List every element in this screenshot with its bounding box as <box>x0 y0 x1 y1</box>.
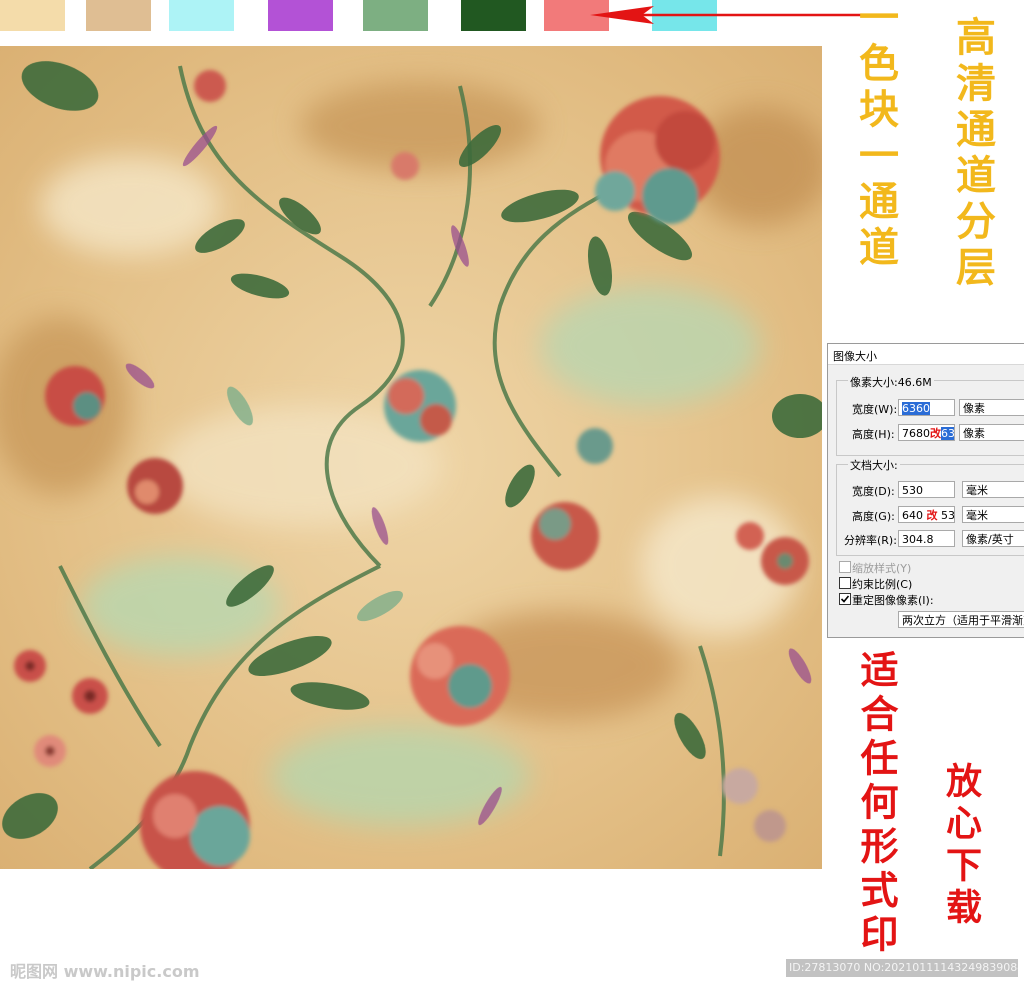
color-swatch-3 <box>169 0 234 31</box>
resolution-label: 分辨率(R): <box>844 534 897 547</box>
width-unit: 像素 <box>963 402 985 415</box>
width-unit-select[interactable]: 像素 <box>959 399 1024 416</box>
checkmark-icon <box>840 595 850 603</box>
color-swatch-4 <box>268 0 333 31</box>
resolution-unit: 像素/英寸 <box>966 533 1014 546</box>
doc-width-label: 宽度(D): <box>852 485 895 498</box>
height-old-value: 7680 <box>902 427 930 440</box>
image-size-dialog: 图像大小 像素大小:46.6M 宽度(W): 6360 像素 高度(H): 76… <box>827 343 1024 638</box>
constrain-proportions-label: 约束比例(C) <box>852 578 913 591</box>
document-size-label: 文档大小: <box>848 457 900 473</box>
arrow-left-icon <box>590 6 862 24</box>
doc-width-input[interactable]: 530 <box>898 481 955 498</box>
vertical-text-one-color-one-channel: 一色块一通道 <box>852 0 899 272</box>
doc-height-unit-select[interactable]: 毫米 <box>962 506 1024 523</box>
doc-width-unit-select[interactable]: 毫米 <box>962 481 1024 498</box>
height-value: 6360 <box>941 427 954 440</box>
width-label: 宽度(W): <box>852 403 898 416</box>
color-swatch-1 <box>0 0 65 31</box>
doc-height-label: 高度(G): <box>852 510 895 523</box>
doc-height-input[interactable]: 640 改 530 <box>898 506 955 523</box>
height-input[interactable]: 7680改6360 <box>898 424 955 441</box>
color-swatch-6 <box>461 0 526 31</box>
height-change-mark: 改 <box>930 427 941 440</box>
resolution-input[interactable]: 304.8 <box>898 530 955 547</box>
doc-width-value: 530 <box>902 484 923 497</box>
resample-label: 重定图像像素(I): <box>852 594 934 607</box>
dialog-title-bar: 图像大小 <box>828 344 1024 365</box>
scale-styles-label: 缩放样式(Y) <box>852 562 912 575</box>
doc-width-unit: 毫米 <box>966 484 988 497</box>
vertical-text-hd-channel-layers: 高清通道分层 <box>949 16 996 292</box>
dialog-title: 图像大小 <box>833 350 877 363</box>
resolution-unit-select[interactable]: 像素/英寸 <box>962 530 1024 547</box>
resample-checkbox[interactable] <box>839 593 851 605</box>
resample-method-select[interactable]: 两次立方（适用于平滑渐变 <box>898 611 1024 628</box>
doc-height-change-mark: 改 <box>926 509 938 522</box>
height-unit: 像素 <box>963 427 985 440</box>
image-id-watermark: ID:27813070 NO:20210111143249839084 <box>786 959 1018 977</box>
resolution-value: 304.8 <box>902 533 934 546</box>
width-input[interactable]: 6360 <box>898 399 955 416</box>
resample-method: 两次立方（适用于平滑渐变 <box>902 614 1024 627</box>
site-watermark: 昵图网 www.nipic.com <box>10 962 200 981</box>
height-label: 高度(H): <box>852 428 895 441</box>
pixel-size-label: 像素大小:46.6M <box>848 374 934 390</box>
scale-styles-checkbox[interactable] <box>839 561 851 573</box>
vertical-text-suitable-for-printing: 适合任何形式印 <box>854 650 899 958</box>
constrain-proportions-checkbox[interactable] <box>839 577 851 589</box>
color-swatch-5 <box>363 0 428 31</box>
doc-height-unit: 毫米 <box>966 509 988 522</box>
height-unit-select[interactable]: 像素 <box>959 424 1024 441</box>
width-value: 6360 <box>902 402 930 415</box>
vertical-text-download-assured: 放心下载 <box>940 762 982 930</box>
color-swatch-2 <box>86 0 151 31</box>
doc-height-value: 530 <box>941 509 955 522</box>
doc-height-old-value: 640 <box>902 509 923 522</box>
floral-pattern-image <box>0 46 822 869</box>
pixel-dimensions-group <box>836 380 1024 456</box>
